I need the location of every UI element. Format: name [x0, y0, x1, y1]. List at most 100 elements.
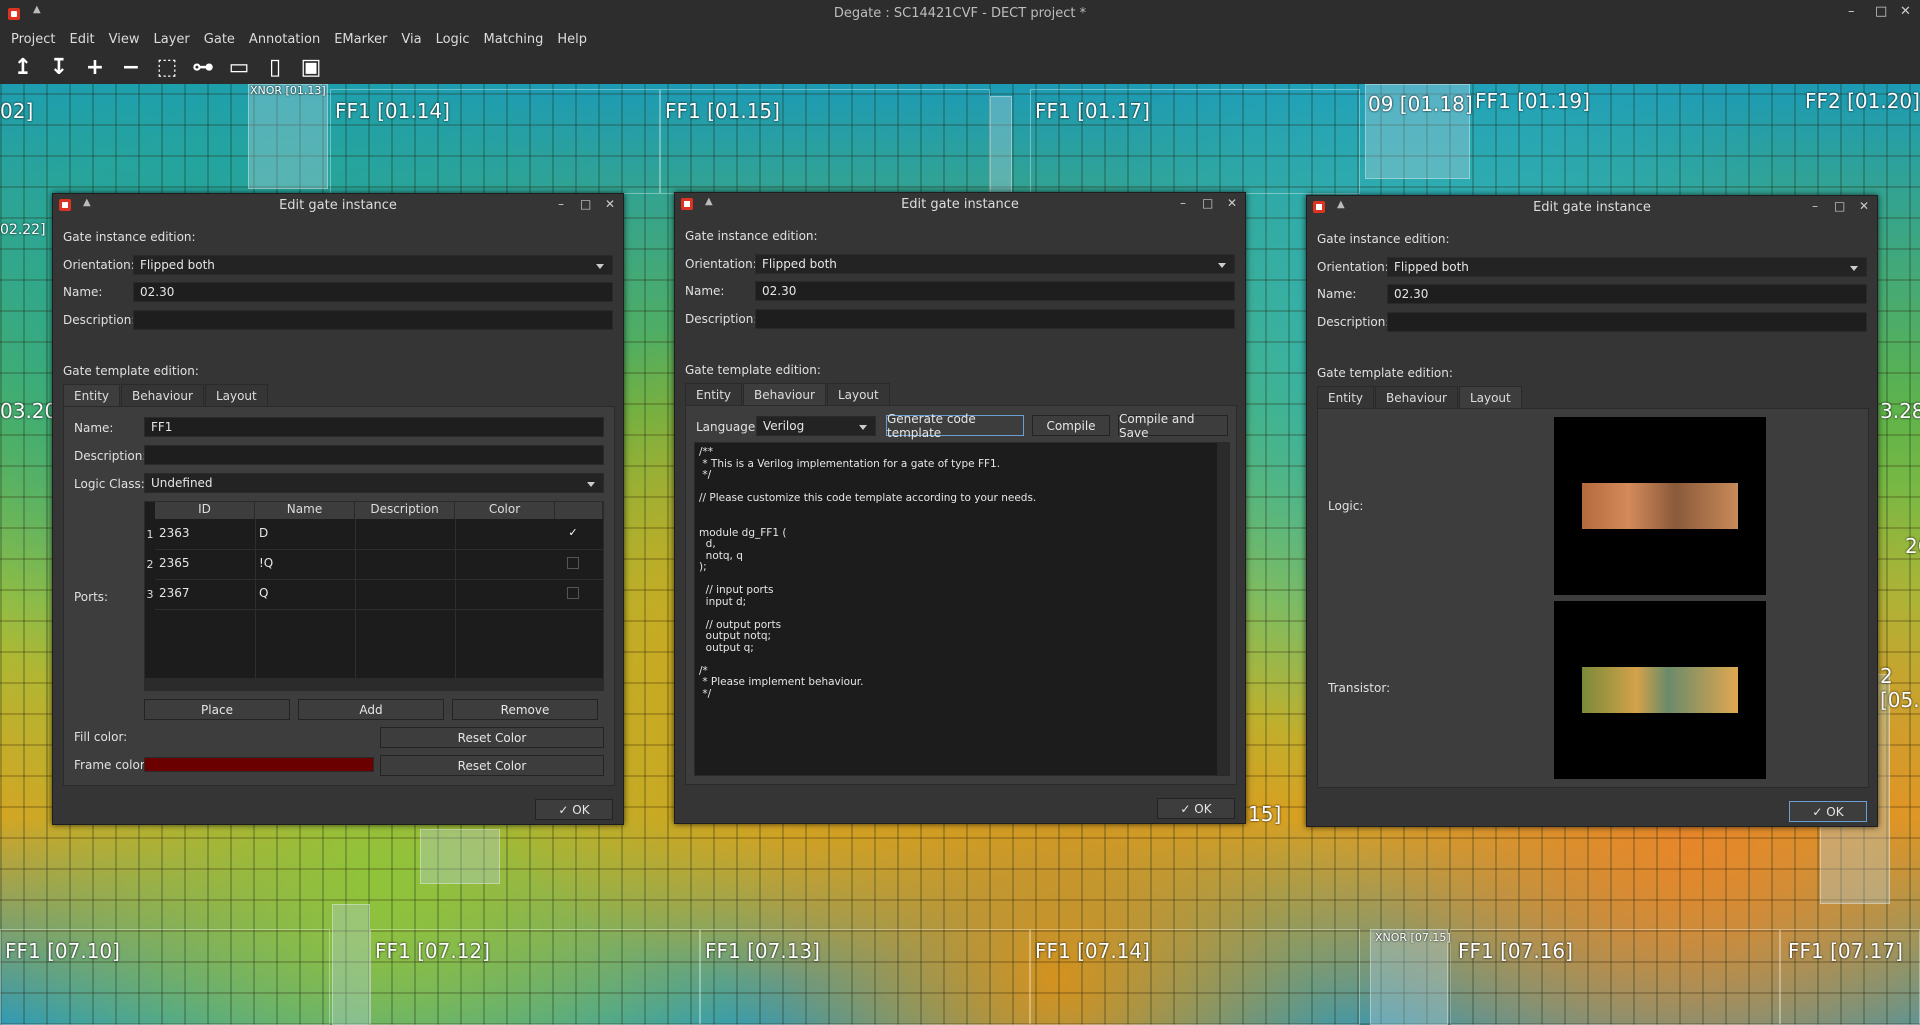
- template-heading: Gate template edition:: [1317, 366, 1453, 380]
- gate-selected[interactable]: [990, 96, 1012, 201]
- layer-down-icon[interactable]: ↧: [44, 54, 74, 82]
- edit-gate-dialog-behaviour: ▲ Edit gate instance – □ ✕ Gate instance…: [674, 192, 1246, 824]
- add-port-button[interactable]: Add: [298, 699, 444, 720]
- remove-port-button[interactable]: Remove: [452, 699, 598, 720]
- place-port-button[interactable]: Place: [144, 699, 290, 720]
- port-name[interactable]: Q: [259, 586, 268, 600]
- port-id[interactable]: 2365: [159, 556, 190, 570]
- menu-edit[interactable]: Edit: [62, 32, 101, 47]
- menu-gate[interactable]: Gate: [197, 32, 242, 47]
- tab-entity[interactable]: Entity: [685, 383, 743, 406]
- dialog-title: Edit gate instance: [901, 197, 1019, 212]
- menu-help[interactable]: Help: [550, 32, 594, 47]
- port-inverted-checkbox[interactable]: [567, 557, 579, 569]
- template-description-input[interactable]: [144, 445, 604, 465]
- ok-button[interactable]: ✓ OK: [1157, 798, 1235, 819]
- menu-logic[interactable]: Logic: [429, 32, 477, 47]
- maximize-button[interactable]: □: [1834, 199, 1845, 213]
- reset-fill-color-button[interactable]: Reset Color: [380, 727, 604, 748]
- tab-behaviour[interactable]: Behaviour: [121, 384, 204, 407]
- gate-label: 02]: [0, 99, 34, 123]
- close-button[interactable]: ✕: [605, 197, 615, 211]
- vertical-scrollbar[interactable]: [1218, 442, 1230, 776]
- tab-entity[interactable]: Entity: [1317, 386, 1375, 409]
- column-id[interactable]: ID: [155, 502, 255, 519]
- gate-selected[interactable]: [420, 829, 500, 884]
- tab-layout[interactable]: Layout: [204, 384, 268, 407]
- tab-layout[interactable]: Layout: [1458, 386, 1522, 409]
- layer-view-icon[interactable]: ▭: [224, 54, 254, 82]
- logic-class-select[interactable]: Undefined: [144, 473, 604, 493]
- description-input[interactable]: [133, 310, 613, 330]
- selection-tool-icon[interactable]: ⬚: [152, 54, 182, 82]
- close-button[interactable]: ✕: [1900, 4, 1911, 19]
- layer-up-icon[interactable]: ↥: [8, 54, 38, 82]
- compile-and-save-button[interactable]: Compile and Save: [1118, 412, 1228, 440]
- gate-label: FF1 [07.17]: [1788, 939, 1903, 963]
- close-button[interactable]: ✕: [1227, 196, 1237, 210]
- maximize-button[interactable]: □: [1875, 4, 1887, 19]
- name-input[interactable]: 02.30: [755, 281, 1235, 301]
- ports-label: Ports:: [74, 590, 109, 604]
- menu-matching[interactable]: Matching: [477, 32, 551, 47]
- port-inverted-checkbox[interactable]: [567, 587, 579, 599]
- minimize-button[interactable]: –: [1848, 4, 1855, 19]
- port-inverted-checkbox[interactable]: ✓: [567, 527, 579, 539]
- template-heading: Gate template edition:: [63, 364, 199, 378]
- language-select[interactable]: Verilog: [756, 416, 876, 436]
- menu-annotation[interactable]: Annotation: [242, 32, 327, 47]
- tab-behaviour[interactable]: Behaviour: [743, 383, 826, 406]
- description-input[interactable]: [755, 309, 1235, 329]
- gate-template-icon[interactable]: ▯: [260, 54, 290, 82]
- tab-behaviour[interactable]: Behaviour: [1375, 386, 1458, 409]
- minimize-button[interactable]: –: [1812, 199, 1818, 213]
- name-input[interactable]: 02.30: [133, 282, 613, 302]
- maximize-button[interactable]: □: [1202, 196, 1213, 210]
- gate-label: 3.28: [1880, 399, 1920, 423]
- chevron-up-icon[interactable]: ▲: [1337, 199, 1345, 210]
- column-color[interactable]: Color: [455, 502, 555, 519]
- ports-table[interactable]: ID Name Description Color 1 2363 D ✓ 2 2…: [144, 501, 604, 691]
- orientation-select[interactable]: Flipped both: [755, 254, 1235, 274]
- description-input[interactable]: [1387, 312, 1867, 332]
- column-divider: [255, 519, 256, 678]
- maximize-button[interactable]: □: [580, 197, 591, 211]
- minimize-button[interactable]: –: [558, 197, 564, 211]
- port-name[interactable]: !Q: [259, 556, 273, 570]
- chevron-up-icon[interactable]: ▲: [83, 197, 91, 208]
- column-description[interactable]: Description: [355, 502, 455, 519]
- zoom-in-icon[interactable]: +: [80, 54, 110, 82]
- compile-button[interactable]: Compile: [1032, 415, 1110, 436]
- name-input[interactable]: 02.30: [1387, 284, 1867, 304]
- column-name[interactable]: Name: [255, 502, 355, 519]
- tab-layout[interactable]: Layout: [826, 383, 890, 406]
- frame-color-swatch[interactable]: [144, 757, 374, 772]
- port-name[interactable]: D: [259, 526, 268, 540]
- chevron-up-icon[interactable]: ▲: [33, 4, 41, 15]
- menu-via[interactable]: Via: [394, 32, 428, 47]
- menu-view[interactable]: View: [102, 32, 147, 47]
- code-editor[interactable]: /** * This is a Verilog implementation f…: [694, 442, 1218, 776]
- port-id[interactable]: 2363: [159, 526, 190, 540]
- minimize-button[interactable]: –: [1180, 196, 1186, 210]
- generate-code-template-button[interactable]: Generate code template: [886, 412, 1024, 440]
- zoom-out-icon[interactable]: −: [116, 54, 146, 82]
- template-name-input[interactable]: FF1: [144, 417, 604, 437]
- menu-layer[interactable]: Layer: [147, 32, 197, 47]
- close-button[interactable]: ✕: [1859, 199, 1869, 213]
- orientation-select[interactable]: Flipped both: [133, 255, 613, 275]
- menu-emarker[interactable]: EMarker: [327, 32, 394, 47]
- orientation-select[interactable]: Flipped both: [1387, 257, 1867, 277]
- menu-project[interactable]: Project: [4, 32, 62, 47]
- gate-library-icon[interactable]: ▣: [296, 54, 326, 82]
- horizontal-scrollbar[interactable]: [145, 678, 603, 690]
- port-id[interactable]: 2367: [159, 586, 190, 600]
- ok-button[interactable]: ✓ OK: [1789, 801, 1867, 822]
- wire-tool-icon[interactable]: ⊶: [188, 54, 218, 82]
- gate-selected[interactable]: [248, 84, 328, 189]
- chevron-up-icon[interactable]: ▲: [705, 196, 713, 207]
- tab-entity[interactable]: Entity: [63, 384, 121, 407]
- gate-selected[interactable]: [332, 904, 370, 1025]
- reset-frame-color-button[interactable]: Reset Color: [380, 755, 604, 776]
- ok-button[interactable]: ✓ OK: [535, 799, 613, 820]
